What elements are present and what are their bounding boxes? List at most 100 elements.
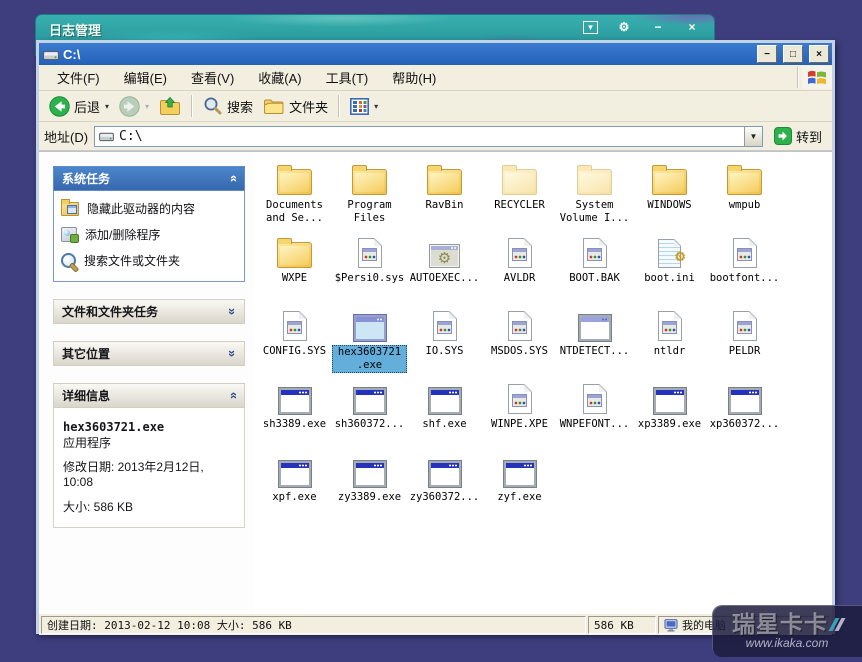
- file-item[interactable]: Documents and Se...: [257, 158, 332, 231]
- back-dropdown-icon[interactable]: ▾: [105, 102, 109, 111]
- panel-header-file-tasks[interactable]: 文件和文件夹任务 »: [53, 299, 245, 324]
- address-dropdown-button[interactable]: ▼: [744, 127, 762, 146]
- file-icon-slot: [658, 307, 682, 341]
- minimize-button[interactable]: −: [757, 45, 777, 63]
- file-item[interactable]: AVLDR: [482, 231, 557, 304]
- forward-dropdown-icon[interactable]: ▾: [145, 102, 149, 111]
- file-item[interactable]: sh3389.exe: [257, 377, 332, 450]
- go-button[interactable]: 转到: [769, 126, 827, 147]
- file-item[interactable]: System Volume I...: [557, 158, 632, 231]
- views-dropdown-icon[interactable]: ▾: [374, 102, 378, 111]
- task-item[interactable]: 搜索文件或文件夹: [61, 252, 238, 269]
- file-item[interactable]: IO.SYS: [407, 304, 482, 377]
- file-item[interactable]: WINPE.XPE: [482, 377, 557, 450]
- log-dropdown-icon[interactable]: ▼: [583, 21, 598, 34]
- file-icon-slot: [427, 161, 462, 195]
- file-label: zy3389.exe: [336, 491, 403, 504]
- file-label: WXPE: [280, 272, 309, 285]
- panel-system-tasks: 系统任务 » 隐藏此驱动器的内容 添: [53, 166, 245, 282]
- file-item[interactable]: WXPE: [257, 231, 332, 304]
- panel-header-details[interactable]: 详细信息 »: [53, 383, 245, 408]
- file-item[interactable]: zyf.exe: [482, 450, 557, 523]
- details-body: hex3603721.exe 应用程序 修改日期: 2013年2月12日, 10…: [53, 408, 245, 528]
- file-item[interactable]: shf.exe: [407, 377, 482, 450]
- chevron-down-icon[interactable]: »: [225, 308, 240, 315]
- file-item[interactable]: xpf.exe: [257, 450, 332, 523]
- chevron-down-icon[interactable]: »: [225, 350, 240, 357]
- log-close-button[interactable]: ×: [684, 19, 700, 35]
- file-label: IO.SYS: [424, 345, 466, 358]
- file-item[interactable]: xp360372...: [707, 377, 782, 450]
- file-icon: [283, 311, 307, 341]
- file-item[interactable]: AUTOEXEC...: [407, 231, 482, 304]
- chevron-up-icon[interactable]: »: [225, 175, 240, 182]
- file-item[interactable]: WINDOWS: [632, 158, 707, 231]
- file-item[interactable]: MSDOS.SYS: [482, 304, 557, 377]
- file-icon-slot: [508, 380, 532, 414]
- file-item[interactable]: Program Files: [332, 158, 407, 231]
- file-label: WINPE.XPE: [489, 418, 550, 431]
- file-item[interactable]: RECYCLER: [482, 158, 557, 231]
- log-minimize-button[interactable]: −: [650, 19, 666, 35]
- file-item[interactable]: bootfont...: [707, 231, 782, 304]
- kaka-logo-icon: [832, 618, 842, 631]
- log-window-title: 日志管理: [49, 20, 101, 39]
- file-item[interactable]: zy360372...: [407, 450, 482, 523]
- folders-button[interactable]: 文件夹: [259, 95, 332, 118]
- file-item[interactable]: wmpub: [707, 158, 782, 231]
- task-item[interactable]: 添加/删除程序: [61, 226, 238, 243]
- file-icon: [508, 238, 532, 268]
- file-item[interactable]: ntldr: [632, 304, 707, 377]
- file-item[interactable]: RavBin: [407, 158, 482, 231]
- close-button[interactable]: ×: [809, 45, 829, 63]
- file-icon-slot: [429, 234, 460, 268]
- file-item[interactable]: hex3603721.exe: [332, 304, 407, 377]
- forward-button[interactable]: ▾: [115, 94, 153, 119]
- file-label: CONFIG.SYS: [261, 345, 328, 358]
- address-input[interactable]: C:\ ▼: [94, 126, 763, 147]
- menu-item[interactable]: 工具(T): [314, 65, 381, 90]
- file-item[interactable]: sh360372...: [332, 377, 407, 450]
- file-item[interactable]: WNPEFONT...: [557, 377, 632, 450]
- file-label: BOOT.BAK: [567, 272, 622, 285]
- file-item[interactable]: $Persi0.sys: [332, 231, 407, 304]
- menu-item[interactable]: 文件(F): [45, 65, 112, 90]
- log-settings-gear-icon[interactable]: ⚙: [616, 19, 632, 35]
- task-item[interactable]: 隐藏此驱动器的内容: [61, 200, 238, 217]
- file-label: xp3389.exe: [636, 418, 703, 431]
- file-item[interactable]: zy3389.exe: [332, 450, 407, 523]
- back-button[interactable]: 后退 ▾: [45, 94, 113, 119]
- desktop: 日志管理 ▼ ⚙ − × C:\ − □ × 文件(F)编辑(E)查看(V)收藏…: [0, 0, 862, 662]
- file-item[interactable]: CONFIG.SYS: [257, 304, 332, 377]
- file-item[interactable]: PELDR: [707, 304, 782, 377]
- file-icon-slot: [729, 380, 761, 414]
- maximize-button[interactable]: □: [783, 45, 803, 63]
- file-label: AUTOEXEC...: [408, 272, 482, 285]
- file-icon: [429, 388, 461, 414]
- up-button[interactable]: [155, 94, 185, 118]
- windows-logo-icon: [802, 66, 832, 89]
- task-icon: [61, 202, 79, 216]
- content-area: 系统任务 » 隐藏此驱动器的内容 添: [39, 151, 832, 613]
- menu-item[interactable]: 查看(V): [179, 65, 246, 90]
- file-icon-slot: [654, 380, 686, 414]
- file-item[interactable]: boot.ini: [632, 231, 707, 304]
- file-item[interactable]: BOOT.BAK: [557, 231, 632, 304]
- panel-header-system-tasks[interactable]: 系统任务 »: [53, 166, 245, 191]
- file-icon: [427, 169, 462, 195]
- file-label: $Persi0.sys: [333, 272, 407, 285]
- panel-header-other-places[interactable]: 其它位置 »: [53, 341, 245, 366]
- chevron-up-icon[interactable]: »: [225, 392, 240, 399]
- menu-divider: [797, 67, 799, 88]
- file-item[interactable]: NTDETECT...: [557, 304, 632, 377]
- file-icon-slot: [433, 307, 457, 341]
- file-item[interactable]: xp3389.exe: [632, 377, 707, 450]
- menu-item[interactable]: 编辑(E): [112, 65, 179, 90]
- explorer-titlebar[interactable]: C:\ − □ ×: [39, 43, 832, 65]
- search-button[interactable]: 搜索: [199, 94, 257, 118]
- menu-item[interactable]: 收藏(A): [246, 65, 313, 90]
- views-button[interactable]: ▾: [346, 96, 382, 117]
- file-icon: [433, 311, 457, 341]
- menu-item[interactable]: 帮助(H): [380, 65, 448, 90]
- file-icon: [652, 169, 687, 195]
